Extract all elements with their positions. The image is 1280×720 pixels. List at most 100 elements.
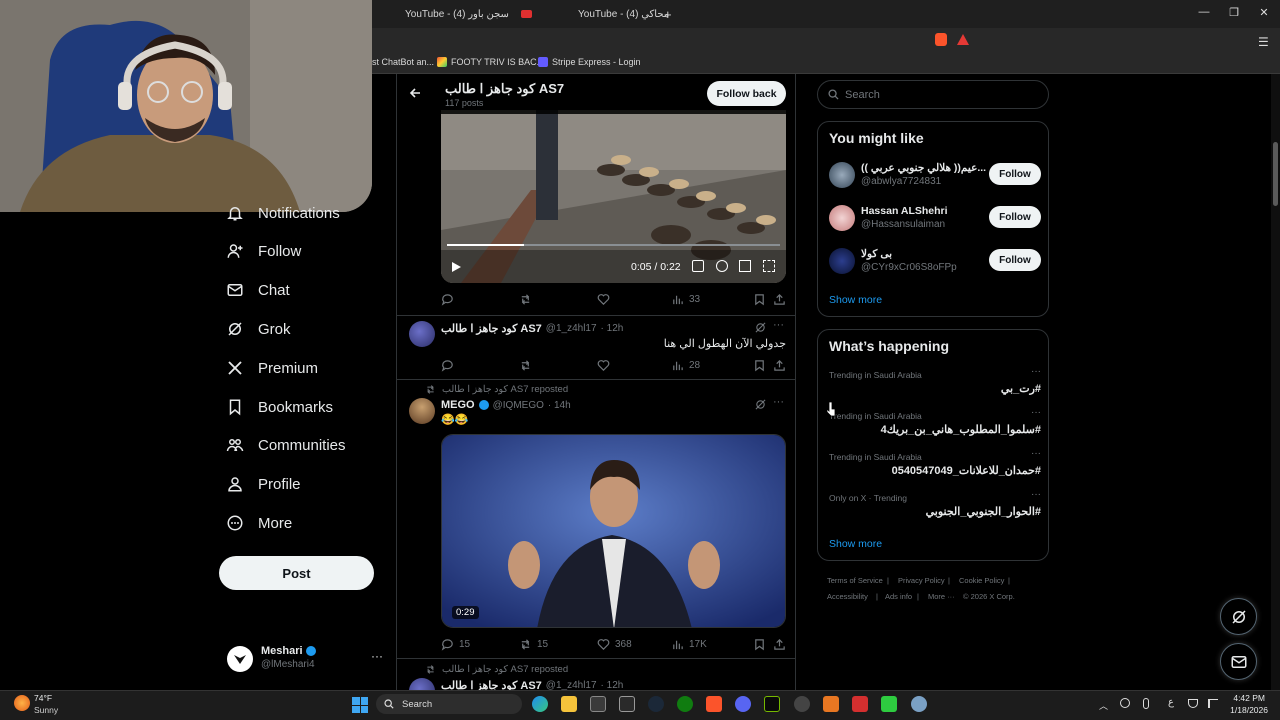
grok-explain-icon[interactable] xyxy=(755,322,766,333)
app-icon[interactable] xyxy=(823,696,839,712)
avatar[interactable] xyxy=(409,398,435,424)
new-tab-icon[interactable]: + xyxy=(664,5,672,23)
account-more-icon[interactable]: ··· xyxy=(371,649,383,663)
page-scrollbar[interactable] xyxy=(1271,74,1280,690)
trend-item[interactable]: Only on X · Trending ··· #الحوار_الجنوبي… xyxy=(829,489,1041,523)
post-author-name[interactable]: MEGO xyxy=(441,399,475,411)
minimize-icon[interactable]: — xyxy=(1196,6,1212,18)
reply-button[interactable] xyxy=(441,293,519,306)
app-icon[interactable] xyxy=(881,696,897,712)
nav-notifications[interactable]: Notifications xyxy=(226,199,340,227)
brave-rewards-icon[interactable] xyxy=(957,34,969,45)
edge-icon[interactable] xyxy=(532,696,548,712)
footer-cookie-link[interactable]: Cookie Policy xyxy=(959,576,1004,585)
repost-by-label[interactable]: كود جاهز ا طالب AS7 reposted xyxy=(442,384,568,395)
volume-icon[interactable] xyxy=(692,260,704,272)
xbox-icon[interactable] xyxy=(677,696,693,712)
volume-icon[interactable] xyxy=(1208,699,1218,708)
restore-icon[interactable]: ❐ xyxy=(1226,6,1242,19)
grok-explain-icon[interactable] xyxy=(755,399,766,410)
footer-terms-link[interactable]: Terms of Service xyxy=(827,576,883,585)
post-more-icon[interactable]: ··· xyxy=(773,396,784,408)
nav-profile[interactable]: Profile xyxy=(226,470,301,498)
footer-more-link[interactable]: More ··· xyxy=(928,592,955,601)
bookmark-button[interactable] xyxy=(753,638,773,651)
follow-back-button[interactable]: Follow back xyxy=(707,81,786,106)
steam-icon[interactable] xyxy=(648,696,664,712)
brave-shield-icon[interactable] xyxy=(935,33,947,46)
follow-button[interactable]: Follow xyxy=(989,206,1041,228)
trend-more-icon[interactable]: ··· xyxy=(1031,448,1041,459)
browser-tab[interactable]: YouTube - (4) سجن باور xyxy=(405,5,532,23)
avatar[interactable] xyxy=(409,321,435,347)
reply-button[interactable] xyxy=(441,359,519,372)
nav-more[interactable]: More xyxy=(226,509,292,537)
post-author-name[interactable]: كود جاهز ا طالب AS7 xyxy=(441,322,542,335)
browser-tab[interactable]: YouTube - (4) محاكي xyxy=(578,5,669,23)
microphone-icon[interactable] xyxy=(1143,698,1149,709)
tray-app-icon[interactable] xyxy=(1120,698,1130,708)
close-icon[interactable]: ✕ xyxy=(1256,6,1272,19)
nav-communities[interactable]: Communities xyxy=(226,431,346,459)
suggested-user[interactable]: (( هلالي جنوبي عربي ))عيم... @abwlya7724… xyxy=(829,160,1041,192)
nav-bookmarks[interactable]: Bookmarks xyxy=(226,393,333,421)
post-button[interactable]: Post xyxy=(219,556,374,590)
start-button[interactable] xyxy=(352,697,368,713)
like-button[interactable] xyxy=(597,293,671,306)
views-button[interactable]: 28 xyxy=(671,359,753,372)
settings-app-icon[interactable] xyxy=(794,696,810,712)
post-handle[interactable]: @IQMEGO xyxy=(493,400,544,411)
language-indicator[interactable]: ع xyxy=(1168,697,1174,708)
tray-chevron-icon[interactable]: ︿ xyxy=(1099,699,1108,712)
pip-icon[interactable] xyxy=(739,260,751,272)
trend-item[interactable]: Trending in Saudi Arabia ··· #حمدان_للاع… xyxy=(829,448,1041,482)
footer-ads-link[interactable]: Ads info xyxy=(885,592,912,601)
post-time[interactable]: · 14h xyxy=(548,400,571,411)
timeline[interactable]: كود جاهز ا طالب AS7 117 posts Follow bac… xyxy=(396,74,796,690)
follow-button[interactable]: Follow xyxy=(989,163,1041,185)
post-handle[interactable]: @1_z4hl17 xyxy=(546,680,597,690)
bookmark-item[interactable]: st ChatBot an... xyxy=(372,57,434,67)
clock-date[interactable]: 1/18/2026 xyxy=(1227,705,1268,715)
reply-button[interactable]: 15 xyxy=(441,638,519,651)
nav-premium[interactable]: Premium xyxy=(226,354,318,382)
share-button[interactable] xyxy=(773,359,786,372)
post-time[interactable]: · 12h xyxy=(601,680,624,690)
video-player[interactable]: 0:29 xyxy=(441,434,786,628)
like-button[interactable] xyxy=(597,359,671,372)
taskbar-search[interactable]: Search xyxy=(376,694,522,714)
trend-more-icon[interactable]: ··· xyxy=(1031,407,1041,418)
search-input[interactable] xyxy=(845,88,1025,101)
suggested-user[interactable]: Hassan ALShehri @Hassansulaiman Follow xyxy=(829,203,1041,235)
avatar[interactable] xyxy=(409,678,435,690)
video-player[interactable]: 0:05 / 0:22 xyxy=(441,110,786,283)
messages-fab[interactable] xyxy=(1220,643,1257,680)
bookmark-item[interactable]: FOOTY TRIV IS BAC... xyxy=(437,57,544,67)
trend-more-icon[interactable]: ··· xyxy=(1031,366,1041,377)
nav-follow[interactable]: Follow xyxy=(226,237,301,265)
account-switcher[interactable]: Meshari @lMeshari4 ··· xyxy=(227,644,387,674)
weather-desc[interactable]: Sunny xyxy=(34,705,58,715)
bookmark-button[interactable] xyxy=(753,359,773,372)
weather-icon[interactable] xyxy=(14,695,30,711)
share-button[interactable] xyxy=(773,638,786,651)
settings-icon[interactable] xyxy=(716,260,728,272)
nav-grok[interactable]: Grok xyxy=(226,315,291,343)
bookmark-item[interactable]: Stripe Express - Login xyxy=(538,57,641,67)
grok-fab[interactable] xyxy=(1220,598,1257,635)
discord-icon[interactable] xyxy=(735,696,751,712)
bookmark-button[interactable] xyxy=(753,293,773,306)
show-more-link[interactable]: Show more xyxy=(829,294,882,306)
repost-button[interactable]: 15 xyxy=(519,638,597,651)
app-icon[interactable] xyxy=(852,696,868,712)
brave-icon[interactable] xyxy=(706,696,722,712)
post-author-name[interactable]: كود جاهز ا طالب AS7 xyxy=(441,679,542,690)
scrollbar-thumb[interactable] xyxy=(1273,142,1278,206)
post-time[interactable]: · 12h xyxy=(601,323,624,334)
repost-by-label[interactable]: كود جاهز ا طالب AS7 reposted xyxy=(442,664,568,675)
trend-more-icon[interactable]: ··· xyxy=(1031,489,1041,500)
nav-chat[interactable]: Chat xyxy=(226,276,290,304)
trend-item[interactable]: Trending in Saudi Arabia ··· #سلموا_المط… xyxy=(829,407,1041,441)
search-box[interactable] xyxy=(817,80,1049,109)
repost-button[interactable] xyxy=(519,359,597,372)
